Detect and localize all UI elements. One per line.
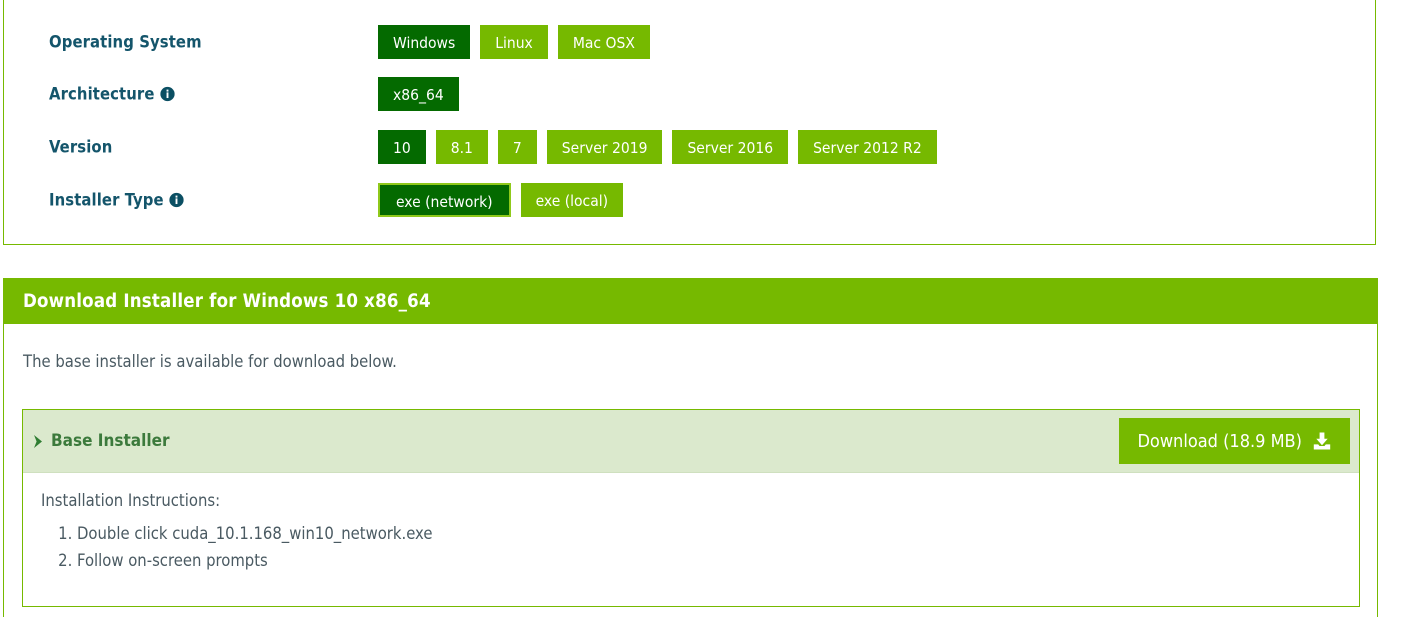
row-label-architecture: Architecture: [49, 85, 175, 104]
os-option-linux[interactable]: Linux: [480, 25, 548, 59]
row-label-version: Version: [49, 138, 112, 157]
base-installer-box: Base Installer Download (18.9 MB) Instal…: [22, 409, 1360, 607]
option-group-installer-type: exe (network) exe (local): [378, 183, 624, 217]
instructions-heading: Installation Instructions:: [41, 491, 221, 510]
instructions-list: Double click cuda_10.1.168_win10_network…: [41, 524, 1359, 571]
instruction-item: Follow on-screen prompts: [77, 551, 1359, 572]
version-option-server-2012-r2[interactable]: Server 2012 R2: [798, 130, 937, 164]
row-label-installer-type: Installer Type: [49, 191, 184, 210]
option-group-version: 10 8.1 7 Server 2019 Server 2016 Server …: [378, 130, 937, 164]
row-label-text: Architecture: [49, 84, 155, 104]
option-group-architecture: x86_64: [378, 77, 459, 111]
version-option-10[interactable]: 10: [378, 130, 426, 164]
download-button-label: Download (18.9 MB): [1137, 430, 1302, 452]
download-intro-text: The base installer is available for down…: [23, 352, 397, 371]
selector-panel: Operating System Windows Linux Mac OSX A…: [3, 0, 1376, 245]
installer-type-option-exe-local[interactable]: exe (local): [520, 183, 624, 217]
os-option-windows[interactable]: Windows: [378, 25, 471, 59]
version-option-8-1[interactable]: 8.1: [435, 130, 488, 164]
chevron-right-icon: [32, 434, 45, 449]
selector-row-architecture: Architecture x86_64: [4, 68, 1375, 120]
version-option-7[interactable]: 7: [497, 130, 537, 164]
selector-row-operating-system: Operating System Windows Linux Mac OSX: [4, 16, 1375, 68]
row-label-operating-system: Operating System: [49, 33, 202, 52]
row-label-text: Version: [49, 137, 113, 157]
download-button[interactable]: Download (18.9 MB): [1119, 418, 1350, 464]
base-installer-title-text: Base Installer: [51, 431, 170, 451]
version-option-server-2019[interactable]: Server 2019: [546, 130, 663, 164]
installation-instructions: Installation Instructions: Double click …: [23, 473, 1359, 571]
installer-type-option-exe-network[interactable]: exe (network): [378, 183, 511, 217]
download-panel: Download Installer for Windows 10 x86_64…: [3, 278, 1378, 617]
download-icon: [1312, 431, 1332, 451]
info-icon[interactable]: [159, 86, 175, 102]
instruction-item: Double click cuda_10.1.168_win10_network…: [77, 524, 1359, 545]
info-icon[interactable]: [169, 192, 184, 208]
row-label-text: Installer Type: [49, 190, 164, 210]
selector-row-installer-type: Installer Type exe (network) exe (local): [4, 174, 1375, 226]
option-group-operating-system: Windows Linux Mac OSX: [378, 25, 650, 59]
download-panel-header: Download Installer for Windows 10 x86_64: [4, 279, 1377, 324]
os-option-mac-osx[interactable]: Mac OSX: [557, 25, 650, 59]
version-option-server-2016[interactable]: Server 2016: [672, 130, 789, 164]
architecture-option-x86-64[interactable]: x86_64: [378, 77, 459, 111]
selector-row-version: Version 10 8.1 7 Server 2019 Server 2016…: [4, 121, 1375, 173]
row-label-text: Operating System: [49, 32, 202, 52]
base-installer-title[interactable]: Base Installer: [32, 431, 170, 451]
base-installer-header[interactable]: Base Installer Download (18.9 MB): [23, 410, 1359, 473]
